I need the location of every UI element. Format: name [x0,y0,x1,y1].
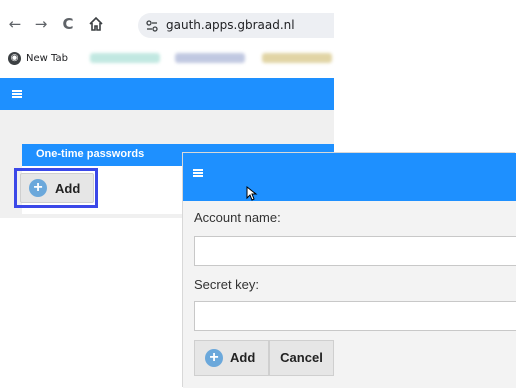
site-info-icon[interactable] [146,20,158,32]
secret-key-label: Secret key: [194,277,260,292]
add-button-label: Add [55,181,81,196]
app-header [0,78,334,110]
menu-icon[interactable] [12,90,22,98]
account-name-label: Account name: [194,210,281,225]
dialog-cancel-button[interactable]: Cancel [269,340,334,376]
url-text[interactable]: gauth.apps.gbraad.nl [166,18,295,32]
bookmark-blurred-2[interactable] [175,53,245,63]
add-account-dialog: Account name: Secret key: + Add Cancel [183,153,516,388]
plus-circle-icon: + [29,179,47,197]
add-button[interactable]: + Add [20,173,94,203]
account-name-input[interactable] [194,236,516,266]
reload-icon[interactable]: C [60,16,76,32]
browser-toolbar: ← → C gauth.apps.gbraad.nl [0,12,334,40]
dialog-add-button-label: Add [230,350,256,365]
otp-section-title: One-time passwords [36,148,145,160]
bookmarks-bar: ◉ New Tab [0,48,334,70]
home-icon[interactable] [88,16,104,32]
dialog-cancel-button-label: Cancel [280,350,323,365]
plus-circle-icon: + [205,349,223,367]
menu-icon[interactable] [193,169,203,177]
dialog-add-button[interactable]: + Add [194,340,269,376]
globe-icon: ◉ [8,52,21,65]
bookmark-blurred-3[interactable] [262,53,332,63]
address-bar[interactable]: gauth.apps.gbraad.nl [138,13,334,38]
forward-arrow-icon[interactable]: → [33,16,49,32]
secret-key-input[interactable] [194,301,516,331]
mouse-cursor-icon [246,186,258,201]
bookmark-blurred-1[interactable] [90,53,160,63]
bookmark-new-tab-label: New Tab [26,53,68,64]
dialog-header [183,153,516,201]
back-arrow-icon[interactable]: ← [7,16,23,32]
